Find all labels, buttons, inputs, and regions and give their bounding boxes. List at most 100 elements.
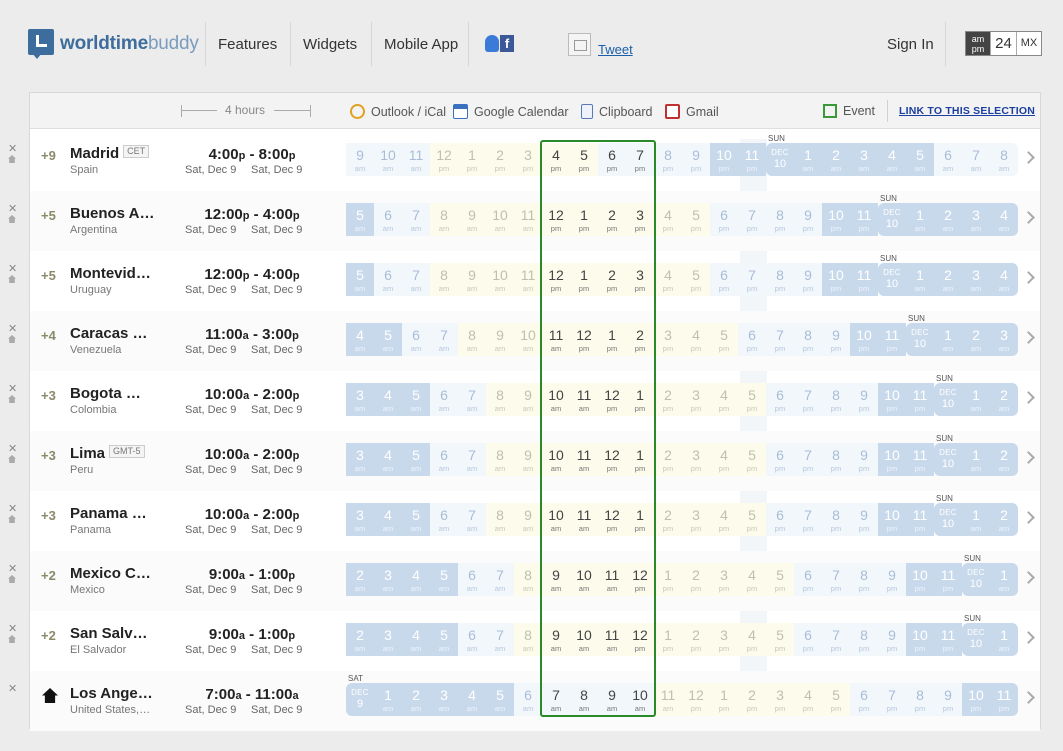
date-cell[interactable]: DEC 10: [906, 323, 934, 356]
hour-cell[interactable]: 10 pm: [878, 443, 906, 476]
hour-cell[interactable]: 6 pm: [794, 623, 822, 656]
hour-cell[interactable]: 9 pm: [934, 683, 962, 716]
hour-cell[interactable]: 3 am: [430, 683, 458, 716]
hour-cell[interactable]: 9 am: [542, 623, 570, 656]
hour-cell[interactable]: 5 am: [430, 563, 458, 596]
hour-cell[interactable]: 10 pm: [822, 203, 850, 236]
hour-cell[interactable]: 3 pm: [682, 443, 710, 476]
hour-cell[interactable]: 8 am: [486, 503, 514, 536]
hour-cell[interactable]: 7 pm: [822, 563, 850, 596]
hour-cell[interactable]: 5 pm: [766, 623, 794, 656]
hour-cell[interactable]: 3 am: [850, 143, 878, 176]
hour-cell[interactable]: 12 pm: [570, 323, 598, 356]
hour-cell[interactable]: 6 pm: [766, 503, 794, 536]
remove-row-icon[interactable]: ✕: [8, 502, 17, 515]
hour-cell[interactable]: 4 pm: [542, 143, 570, 176]
hour-cell[interactable]: 1 pm: [654, 563, 682, 596]
hour-cell[interactable]: 8 pm: [822, 503, 850, 536]
hour-cell[interactable]: 1 pm: [570, 263, 598, 296]
hour-cell[interactable]: 7 pm: [794, 443, 822, 476]
hour-cell[interactable]: 12 pm: [598, 503, 626, 536]
hour-cell[interactable]: 11 am: [514, 203, 542, 236]
timezone-row[interactable]: ✕ Los Ange… United States,… 7:00a - 11:00a S…: [8, 671, 1040, 731]
hour-cell[interactable]: 9 pm: [850, 503, 878, 536]
tweet-icon[interactable]: [568, 33, 591, 56]
chevron-right-icon[interactable]: [1022, 271, 1035, 284]
city-name[interactable]: Buenos A…: [70, 205, 154, 222]
hour-cell[interactable]: 1 am: [934, 323, 962, 356]
hour-cell[interactable]: 12 pm: [598, 383, 626, 416]
hour-cell[interactable]: 8 am: [570, 683, 598, 716]
hour-cell[interactable]: 10 am: [542, 383, 570, 416]
hour-cell[interactable]: 7 am: [458, 443, 486, 476]
hour-cell[interactable]: 6 am: [430, 503, 458, 536]
hour-cell[interactable]: 7 pm: [738, 263, 766, 296]
hour-cell[interactable]: 10 pm: [822, 263, 850, 296]
hour-cell[interactable]: 1 am: [906, 263, 934, 296]
hour-cell[interactable]: 3 am: [374, 563, 402, 596]
hour-cell[interactable]: 5 pm: [682, 203, 710, 236]
hour-cell[interactable]: 9 pm: [878, 563, 906, 596]
set-home-icon[interactable]: [8, 275, 16, 283]
chevron-right-icon[interactable]: [1022, 331, 1035, 344]
hour-cell[interactable]: 6 am: [430, 443, 458, 476]
hour-cell[interactable]: 5 pm: [682, 263, 710, 296]
hour-cell[interactable]: 4 pm: [654, 263, 682, 296]
mixed-format-button[interactable]: MX: [1016, 32, 1041, 55]
hour-cell[interactable]: 7 am: [402, 203, 430, 236]
hour-cell[interactable]: 4 am: [878, 143, 906, 176]
hour-cell[interactable]: 10 pm: [906, 563, 934, 596]
hour-cell[interactable]: 3 am: [962, 203, 990, 236]
hour-cell[interactable]: 7 am: [458, 503, 486, 536]
hour-cell[interactable]: 5 pm: [570, 143, 598, 176]
set-home-icon[interactable]: [8, 155, 16, 163]
city-name[interactable]: Lima GMT-5: [70, 445, 145, 462]
hour-cell[interactable]: 9 pm: [682, 143, 710, 176]
hour-cell[interactable]: 2 pm: [738, 683, 766, 716]
date-cell[interactable]: DEC 9: [346, 683, 374, 716]
hour-cell[interactable]: 6 am: [374, 263, 402, 296]
hour-cell[interactable]: 4 am: [402, 563, 430, 596]
hour-cell[interactable]: 1 am: [906, 203, 934, 236]
set-home-icon[interactable]: [8, 635, 16, 643]
hour-cell[interactable]: 8 pm: [822, 443, 850, 476]
hour-cell[interactable]: 9 pm: [794, 263, 822, 296]
event-button[interactable]: Event: [823, 104, 875, 118]
hour-cell[interactable]: 11 am: [598, 623, 626, 656]
hour-cell[interactable]: 4 am: [990, 263, 1018, 296]
hour-cell[interactable]: 11 am: [570, 443, 598, 476]
date-cell[interactable]: DEC 10: [934, 503, 962, 536]
remove-row-icon[interactable]: ✕: [8, 322, 17, 335]
set-home-icon[interactable]: [8, 335, 16, 343]
city-name[interactable]: Caracas …: [70, 325, 148, 342]
hour-cell[interactable]: 11 pm: [738, 143, 766, 176]
hour-cell[interactable]: 8 am: [430, 203, 458, 236]
hour-cell[interactable]: 2 pm: [682, 563, 710, 596]
hour-cell[interactable]: 8 am: [990, 143, 1018, 176]
hour-cell[interactable]: 8 pm: [794, 323, 822, 356]
chevron-right-icon[interactable]: [1022, 211, 1035, 224]
hour-cell[interactable]: 6 pm: [766, 443, 794, 476]
chevron-right-icon[interactable]: [1022, 691, 1035, 704]
tool-clipboard[interactable]: Clipboard: [581, 104, 653, 119]
hour-cell[interactable]: 10 pm: [878, 383, 906, 416]
hour-cell[interactable]: 1 am: [962, 503, 990, 536]
hour-cell[interactable]: 4 pm: [738, 563, 766, 596]
hour-cell[interactable]: 12 pm: [626, 623, 654, 656]
hour-cell[interactable]: 7 pm: [794, 383, 822, 416]
hour-cell[interactable]: 9 am: [514, 443, 542, 476]
hour-cell[interactable]: 2 am: [822, 143, 850, 176]
hour-cell[interactable]: 8 pm: [766, 203, 794, 236]
chevron-right-icon[interactable]: [1022, 511, 1035, 524]
hour-cell[interactable]: 8 am: [514, 623, 542, 656]
hour-cell[interactable]: 8 pm: [766, 263, 794, 296]
date-cell[interactable]: DEC 10: [962, 563, 990, 596]
tool-gmail[interactable]: Gmail: [665, 104, 719, 119]
date-cell[interactable]: DEC 10: [878, 263, 906, 296]
hour-cell[interactable]: 6 pm: [766, 383, 794, 416]
hour-cell[interactable]: 3 pm: [710, 623, 738, 656]
hour-cell[interactable]: 10 am: [486, 263, 514, 296]
hour-cell[interactable]: 3 pm: [682, 503, 710, 536]
tool-google-calendar[interactable]: Google Calendar: [453, 104, 569, 119]
hour-cell[interactable]: 3 pm: [766, 683, 794, 716]
